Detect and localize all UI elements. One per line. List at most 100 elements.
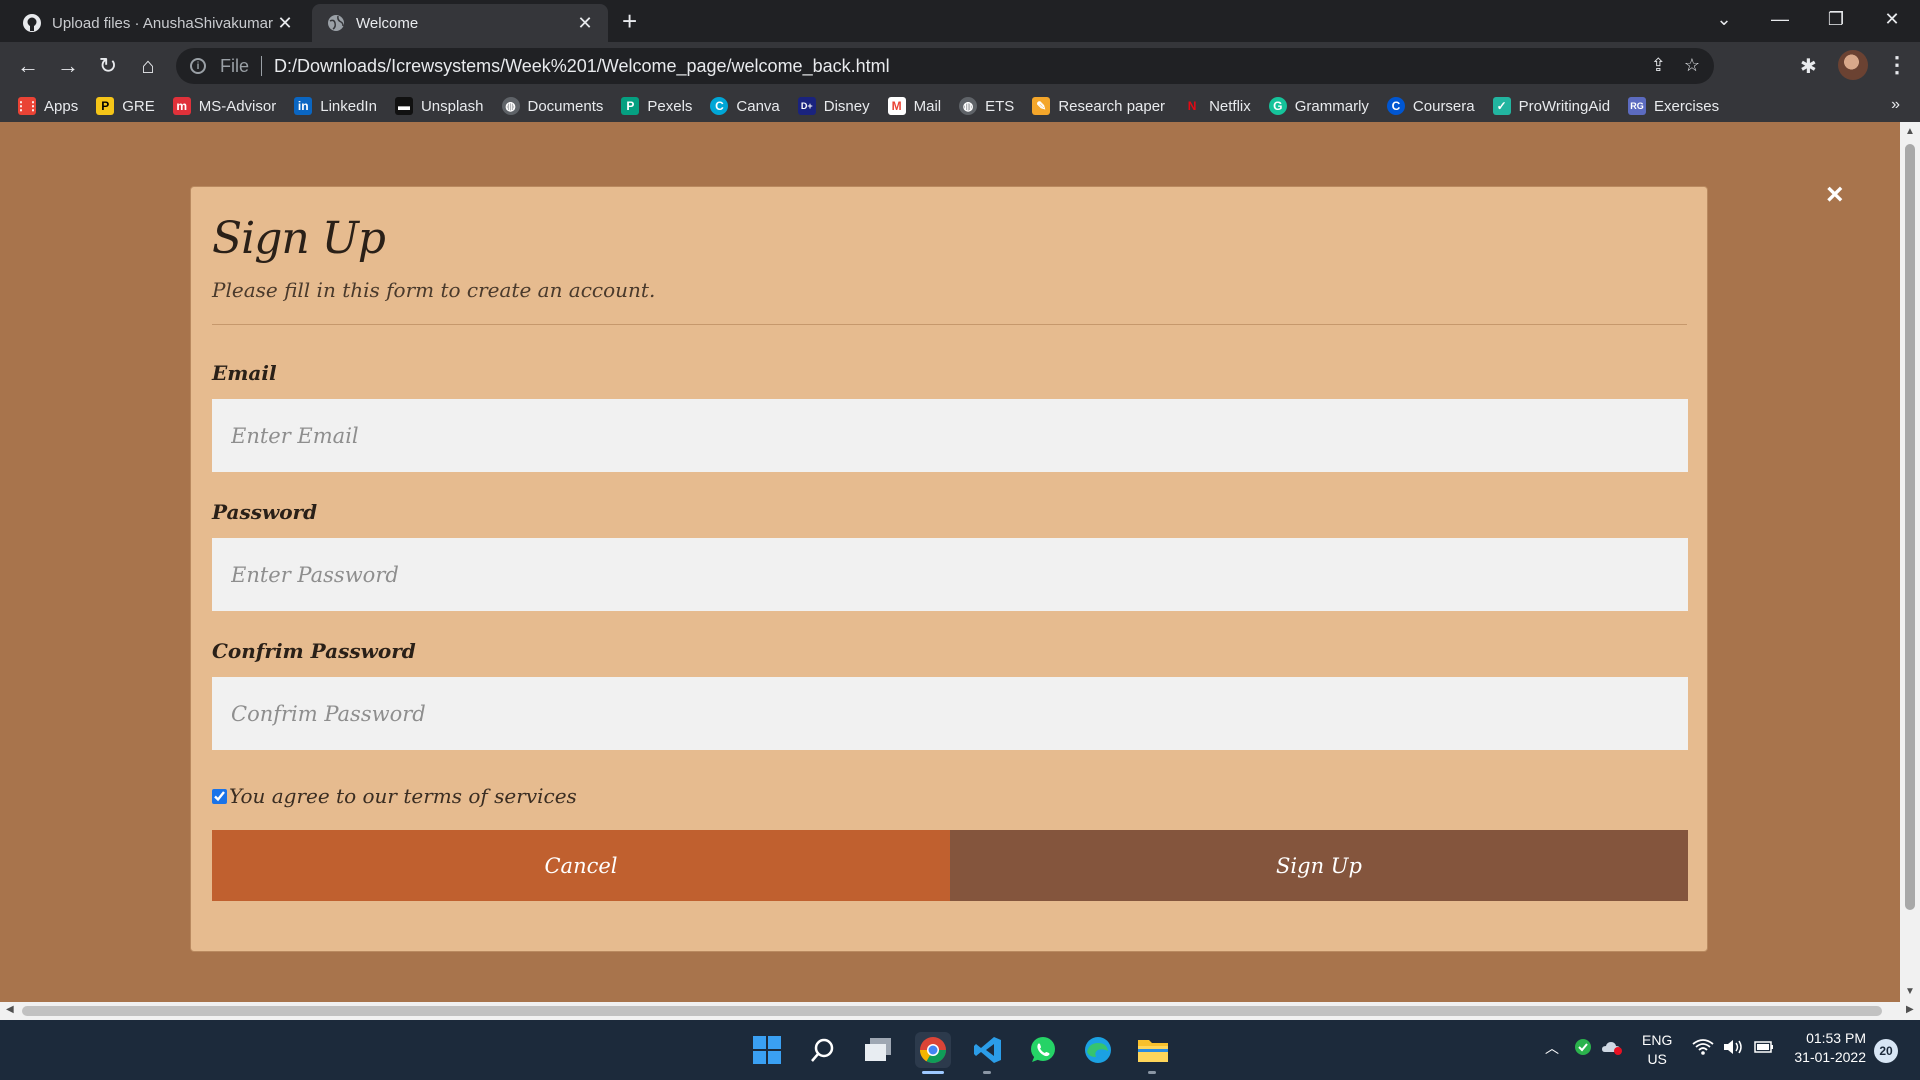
restore-icon[interactable]: ❐ (1808, 9, 1864, 30)
bookmark-label: ETS (985, 97, 1015, 115)
bookmark-coursera[interactable]: C Coursera (1386, 97, 1475, 115)
bookmarks-bar: ⋮⋮ Apps P GRE m MS-Advisor in LinkedIn ▬ Unsp… (0, 90, 1920, 122)
chevron-up-icon[interactable]: ︿ (1545, 1038, 1559, 1058)
bookmark-label: MS-Advisor (198, 97, 277, 115)
wifi-icon[interactable] (1692, 1038, 1714, 1059)
bookmark-ets[interactable]: ◍ ETS (959, 97, 1014, 115)
extensions-icon[interactable]: ✱ (1800, 54, 1817, 79)
bookmark-research-paper[interactable]: ✎ Research paper (1032, 97, 1165, 115)
scrollbar-thumb[interactable] (22, 1006, 1882, 1016)
windows-start-icon[interactable] (749, 1032, 785, 1068)
onedrive-icon[interactable] (1601, 1038, 1623, 1059)
close-modal-button[interactable]: × (1826, 178, 1844, 212)
reload-icon[interactable]: ↻ (94, 52, 122, 80)
file-explorer-icon[interactable] (1135, 1032, 1171, 1068)
scroll-right-icon[interactable]: ▶ (1906, 1004, 1914, 1015)
modal-title: Sign Up (212, 213, 386, 264)
profile-avatar[interactable] (1838, 50, 1868, 80)
edge-icon[interactable] (1080, 1032, 1116, 1068)
prowritingaid-icon: ✓ (1492, 97, 1511, 115)
bookmark-gre[interactable]: P GRE (96, 97, 155, 115)
bookmark-prowritingaid[interactable]: ✓ ProWritingAid (1492, 97, 1611, 115)
email-field[interactable] (212, 399, 1688, 472)
tab-upload-files[interactable]: Upload files · AnushaShivakumar ✕ (8, 4, 308, 42)
task-view-icon[interactable] (860, 1032, 896, 1068)
home-icon[interactable]: ⌂ (134, 52, 162, 80)
scrollbar-thumb[interactable] (1905, 144, 1915, 910)
tab-search-icon[interactable]: ⌄ (1696, 9, 1752, 30)
terms-label: You agree to our terms of services (229, 784, 577, 808)
bookmark-documents[interactable]: ◍ Documents (501, 97, 604, 115)
globe-icon: ◍ (501, 97, 520, 115)
bookmark-label: LinkedIn (320, 97, 377, 115)
disney-icon: D+ (797, 97, 816, 115)
bookmark-grammarly[interactable]: G Grammarly (1268, 97, 1369, 115)
more-bookmarks-icon[interactable]: » (1891, 96, 1900, 114)
close-window-icon[interactable]: ✕ (1864, 9, 1920, 30)
minimize-icon[interactable]: — (1752, 9, 1808, 30)
signup-button[interactable]: Sign Up (950, 830, 1688, 901)
kebab-menu-icon[interactable]: ⋮ (1886, 52, 1908, 78)
ms-advisor-icon: m (172, 97, 191, 115)
taskbar: ︿ ENG US 01:53 PM 31-01-2022 20 (0, 1020, 1920, 1080)
bookmark-label: Research paper (1058, 97, 1166, 115)
url-text[interactable]: D:/Downloads/Icrewsystems/Week%201/Welco… (274, 56, 890, 77)
bookmark-label: ProWritingAid (1518, 97, 1611, 115)
close-icon[interactable]: ✕ (576, 13, 594, 34)
confirm-password-field[interactable] (212, 677, 1688, 750)
signup-modal: Sign Up Please fill in this form to crea… (190, 186, 1708, 952)
system-clock[interactable]: 01:53 PM 31-01-2022 (1782, 1029, 1866, 1067)
globe-icon: ◍ (959, 97, 978, 115)
browser-toolbar: ← → ↻ ⌂ i File D:/Downloads/Icrewsystems… (0, 42, 1920, 90)
bookmark-label: Exercises (1654, 97, 1720, 115)
language-indicator[interactable]: ENG US (1642, 1031, 1672, 1069)
bookmark-label: Grammarly (1294, 97, 1369, 115)
close-icon[interactable]: ✕ (276, 13, 294, 34)
scroll-left-icon[interactable]: ◀ (6, 1004, 14, 1015)
volume-icon[interactable] (1722, 1038, 1744, 1059)
bookmark-linkedin[interactable]: in LinkedIn (294, 97, 377, 115)
info-icon[interactable]: i (190, 58, 206, 74)
bookmark-unsplash[interactable]: ▬ Unsplash (394, 97, 484, 115)
bookmark-netflix[interactable]: N Netflix (1183, 97, 1251, 115)
netflix-icon: N (1183, 97, 1202, 115)
horizontal-scrollbar[interactable]: ◀ ▶ (0, 1002, 1920, 1020)
bookmark-exercises[interactable]: RG Exercises (1628, 97, 1719, 115)
share-icon[interactable]: ⇪ (1651, 55, 1666, 76)
battery-icon[interactable] (1753, 1038, 1775, 1059)
bookmark-apps[interactable]: ⋮⋮ Apps (15, 97, 78, 115)
forward-icon[interactable]: → (54, 52, 82, 80)
email-label: Email (212, 361, 277, 385)
bookmark-star-icon[interactable]: ☆ (1684, 55, 1700, 76)
bookmark-label: Documents (527, 97, 604, 115)
cancel-button[interactable]: Cancel (212, 830, 950, 901)
unsplash-icon: ▬ (394, 97, 413, 115)
scroll-down-icon[interactable]: ▼ (1905, 986, 1915, 997)
region-label: US (1647, 1051, 1667, 1067)
apps-grid-icon: ⋮⋮ (15, 97, 39, 115)
bookmark-mail[interactable]: M Mail (887, 97, 941, 115)
password-field[interactable] (212, 538, 1688, 611)
new-tab-button[interactable]: + (622, 8, 637, 34)
url-scheme: File (220, 55, 250, 76)
address-bar[interactable]: i File D:/Downloads/Icrewsystems/Week%20… (176, 48, 1714, 84)
scroll-up-icon[interactable]: ▲ (1905, 126, 1915, 137)
running-app-indicator (1148, 1071, 1156, 1074)
back-icon[interactable]: ← (14, 52, 42, 80)
pexels-icon: P (621, 97, 640, 115)
chrome-icon[interactable] (915, 1032, 951, 1068)
vertical-scrollbar[interactable]: ▲ ▼ (1900, 122, 1920, 1002)
vscode-icon[interactable] (970, 1032, 1006, 1068)
bookmark-pexels[interactable]: P Pexels (621, 97, 692, 115)
whatsapp-icon[interactable] (1025, 1032, 1061, 1068)
bookmark-disney[interactable]: D+ Disney (797, 97, 870, 115)
bookmark-ms-advisor[interactable]: m MS-Advisor (172, 97, 277, 115)
search-icon[interactable] (805, 1032, 841, 1068)
bookmark-label: Netflix (1209, 97, 1251, 115)
security-shield-icon[interactable] (1574, 1038, 1592, 1059)
bookmark-canva[interactable]: C Canva (710, 97, 780, 115)
tab-welcome[interactable]: Welcome ✕ (312, 4, 608, 42)
terms-checkbox[interactable] (212, 788, 227, 804)
notification-badge[interactable]: 20 (1874, 1039, 1898, 1063)
clock-time: 01:53 PM (1806, 1030, 1866, 1046)
